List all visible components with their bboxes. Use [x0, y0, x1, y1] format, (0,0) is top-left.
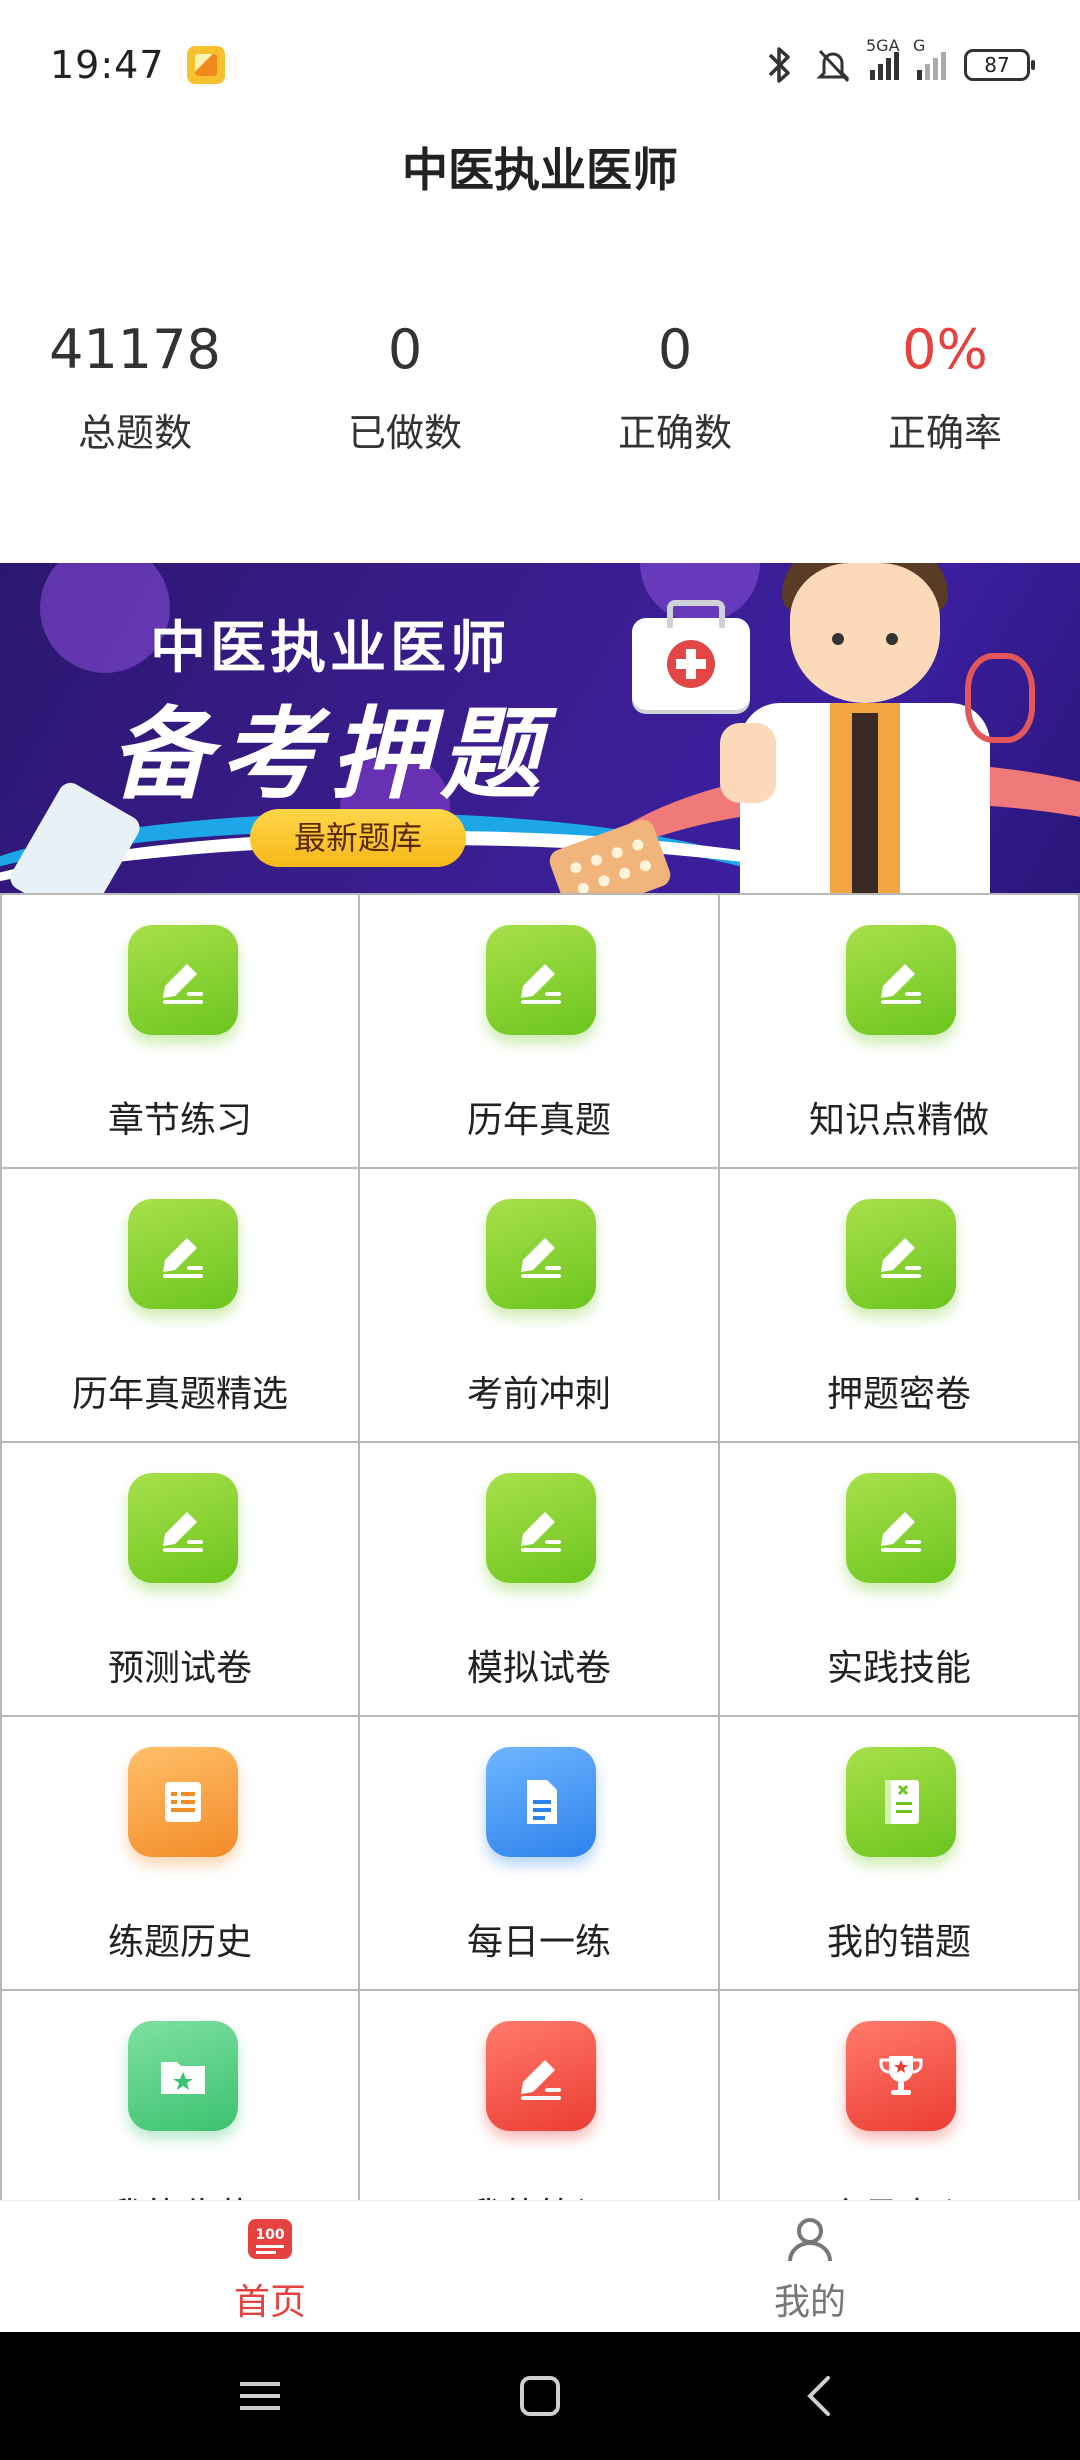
- pencil-edit-icon: [128, 925, 238, 1035]
- feature-cell[interactable]: 模拟试卷: [360, 1443, 720, 1717]
- feature-label: 我的笔记: [360, 2187, 718, 2200]
- back-chevron-icon: [807, 2376, 830, 2416]
- pencil-edit-icon: [846, 1473, 956, 1583]
- home-100-icon: 100: [248, 2219, 292, 2259]
- status-time: 19:47: [50, 43, 165, 87]
- trophy-icon: [846, 2021, 956, 2131]
- feature-label: 知识点精做: [808, 1100, 989, 1141]
- pencil-edit-icon: [846, 925, 956, 1035]
- history-list-icon: [128, 1747, 238, 1857]
- pencil-edit-icon: [128, 1199, 238, 1309]
- feature-cell[interactable]: 每日一练: [360, 1717, 720, 1991]
- banner-title: 中医执业医师: [150, 616, 510, 681]
- home-button[interactable]: [510, 2366, 570, 2426]
- feature-label: 考前冲刺: [466, 1374, 611, 1415]
- stat-value: 0: [387, 318, 423, 381]
- bottom-tab-bar: 100 首页 我的: [0, 2200, 1080, 2332]
- user-icon: [788, 2218, 832, 2262]
- feature-label: 我的收藏: [2, 2187, 358, 2200]
- stat-label: 正确数: [617, 411, 732, 455]
- pencil-edit-icon: [486, 2021, 596, 2131]
- menu-icon: [240, 2382, 280, 2410]
- feature-cell[interactable]: 我的错题: [720, 1717, 1080, 1991]
- back-button[interactable]: [790, 2366, 850, 2426]
- feature-cell[interactable]: 实践技能: [720, 1443, 1080, 1717]
- feature-label: 章节练习: [107, 1100, 252, 1141]
- feature-cell[interactable]: 考前冲刺: [360, 1169, 720, 1443]
- network-label-2: G: [913, 36, 926, 55]
- doctor-illustration: [720, 563, 1035, 893]
- feature-cell[interactable]: 章节练习: [0, 895, 360, 1169]
- svg-text:100: 100: [255, 2227, 284, 2243]
- pencil-edit-icon: [486, 1473, 596, 1583]
- stat-value: 0%: [902, 318, 988, 381]
- stat-accuracy: 0% 正确率: [810, 310, 1080, 490]
- banner-badge-button[interactable]: 最新题库: [250, 809, 466, 867]
- feature-cell[interactable]: 历年真题精选: [0, 1169, 360, 1443]
- feature-label: 我的错题: [826, 1922, 971, 1963]
- feature-grid: 章节练习 历年真题 知识点精做历年真题精选 考前冲刺 押题密卷预测试卷 模拟试卷 实践技能练…: [0, 893, 1080, 2200]
- page-title: 中医执业医师: [402, 143, 678, 197]
- feature-label: 模拟试卷: [466, 1648, 611, 1689]
- document-icon: [486, 1747, 596, 1857]
- signal-5g-icon: 5GA: [866, 36, 900, 80]
- square-home-icon: [520, 2376, 560, 2416]
- feature-cell[interactable]: 知识点精做: [720, 895, 1080, 1169]
- tab-home-label: 首页: [233, 2282, 306, 2323]
- system-nav-bar: [0, 2332, 1080, 2460]
- gallery-notification-icon: [186, 46, 225, 84]
- stat-value: 41178: [49, 318, 221, 381]
- feature-cell[interactable]: 我的收藏: [0, 1991, 360, 2200]
- tab-home[interactable]: 100 首页: [0, 2201, 540, 2332]
- tab-mine[interactable]: 我的: [540, 2201, 1080, 2332]
- feature-cell[interactable]: 押题密卷: [720, 1169, 1080, 1443]
- signal-g-icon: G: [913, 36, 946, 80]
- stat-label: 已做数: [347, 411, 462, 455]
- pencil-edit-icon: [486, 1199, 596, 1309]
- feature-label: 练题历史: [107, 1922, 252, 1963]
- feature-label: 历年真题: [466, 1100, 611, 1141]
- stat-total: 41178 总题数: [0, 310, 270, 490]
- mute-bell-icon: [816, 49, 850, 83]
- battery-icon: 87: [964, 49, 1035, 81]
- banner-subtitle: 备考押题: [110, 696, 550, 813]
- stat-done: 0 已做数: [270, 310, 540, 490]
- stat-correct: 0 正确数: [540, 310, 810, 490]
- bluetooth-icon: [768, 47, 790, 83]
- stat-label: 总题数: [77, 411, 192, 455]
- status-icons: 5GA G 87: [762, 36, 1035, 85]
- feature-cell[interactable]: 练题历史: [0, 1717, 360, 1991]
- menu-button[interactable]: [230, 2366, 290, 2426]
- feature-cell[interactable]: 会员中心: [720, 1991, 1080, 2200]
- stat-value: 0: [657, 318, 693, 381]
- pencil-edit-icon: [486, 925, 596, 1035]
- feature-cell[interactable]: 我的笔记: [360, 1991, 720, 2200]
- battery-level: 87: [984, 53, 1010, 77]
- network-label: 5GA: [866, 36, 900, 55]
- stats-row: 41178 总题数 0 已做数 0 正确数 0% 正确率: [0, 310, 1080, 490]
- feature-label: 实践技能: [826, 1648, 971, 1689]
- feature-label: 会员中心: [720, 2187, 1078, 2200]
- wrong-book-icon: [846, 1747, 956, 1857]
- feature-label: 历年真题精选: [71, 1374, 288, 1415]
- promo-banner[interactable]: 中医执业医师 备考押题 最新题库: [0, 563, 1080, 893]
- feature-label: 每日一练: [466, 1922, 611, 1963]
- feature-label: 预测试卷: [107, 1648, 252, 1689]
- feature-cell[interactable]: 预测试卷: [0, 1443, 360, 1717]
- pencil-edit-icon: [128, 1473, 238, 1583]
- tab-mine-label: 我的: [773, 2282, 846, 2323]
- star-folder-icon: [128, 2021, 238, 2131]
- status-bar: 19:47 5GA G 87: [0, 0, 1080, 130]
- stat-label: 正确率: [887, 411, 1002, 455]
- feature-label: 押题密卷: [826, 1374, 971, 1415]
- pencil-edit-icon: [846, 1199, 956, 1309]
- feature-cell[interactable]: 历年真题: [360, 895, 720, 1169]
